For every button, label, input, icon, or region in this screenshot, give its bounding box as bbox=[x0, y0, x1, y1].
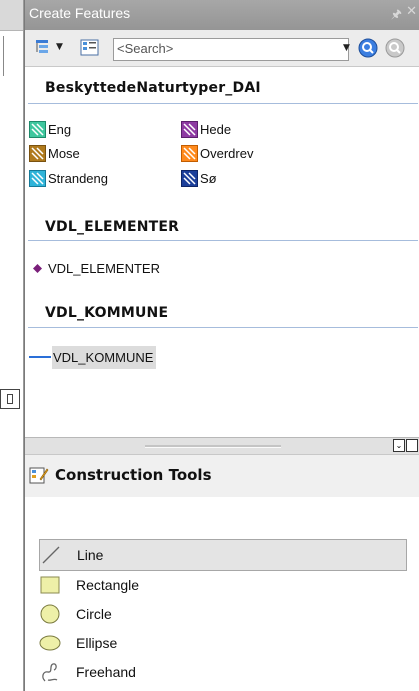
create-features-panel: Create Features 🖈 ✕ ▼ <Search> ▼ Beskytt… bbox=[24, 0, 419, 691]
template-label: Eng bbox=[48, 122, 72, 137]
ellipse-icon bbox=[39, 635, 61, 651]
search-icon[interactable] bbox=[358, 38, 378, 58]
template-label: VDL_ELEMENTER bbox=[48, 261, 160, 276]
rectangle-icon bbox=[40, 576, 60, 594]
template-so[interactable]: Sø bbox=[181, 169, 321, 188]
template-label: Sø bbox=[200, 171, 217, 186]
template-mose[interactable]: Mose bbox=[29, 144, 169, 163]
panel-titlebar[interactable]: Create Features 🖈 ✕ bbox=[25, 0, 419, 30]
polygon-symbol-icon bbox=[181, 170, 198, 187]
clear-search-icon[interactable] bbox=[385, 38, 405, 58]
expand-icon[interactable] bbox=[406, 439, 418, 452]
template-vdl-kommune[interactable]: VDL_KOMMUNE bbox=[29, 346, 179, 369]
collapse-icon[interactable]: ⌄ bbox=[393, 439, 405, 452]
template-label: Hede bbox=[200, 122, 232, 137]
line-icon bbox=[42, 546, 60, 564]
template-label: VDL_KOMMUNE bbox=[52, 346, 157, 369]
background-window-button[interactable] bbox=[0, 389, 20, 409]
tool-circle[interactable]: Circle bbox=[39, 599, 405, 629]
tool-rectangle[interactable]: Rectangle bbox=[39, 570, 405, 600]
group-divider bbox=[28, 327, 418, 328]
polygon-symbol-icon bbox=[181, 145, 198, 162]
group-header-beskyttede-naturtyper: BeskyttedeNaturtyper_DAI bbox=[45, 80, 261, 96]
view-templates-icon[interactable] bbox=[80, 38, 100, 58]
tool-label: Ellipse bbox=[76, 635, 118, 651]
line-symbol-icon bbox=[29, 356, 51, 358]
construction-tools-icon bbox=[29, 467, 49, 484]
pane-splitter[interactable]: ⌄ bbox=[25, 437, 419, 455]
tool-line[interactable]: Line bbox=[39, 539, 407, 571]
template-label: Strandeng bbox=[48, 171, 108, 186]
template-strandeng[interactable]: Strandeng bbox=[29, 169, 169, 188]
freehand-icon bbox=[42, 663, 58, 682]
template-hede[interactable]: Hede bbox=[181, 120, 321, 139]
background-window-edge bbox=[0, 0, 24, 691]
tool-ellipse[interactable]: Ellipse bbox=[39, 628, 405, 658]
point-symbol-icon bbox=[33, 264, 42, 273]
polygon-symbol-icon bbox=[29, 145, 46, 162]
search-dropdown-arrow-icon[interactable]: ▼ bbox=[343, 43, 350, 53]
splitter-grip[interactable] bbox=[145, 445, 281, 448]
construction-tools-list: Line Rectangle Circle Ellipse Freehand bbox=[25, 497, 419, 691]
organize-dropdown-arrow-icon[interactable]: ▼ bbox=[56, 42, 63, 52]
background-window-titlebar bbox=[0, 0, 23, 31]
construction-tools-header: Construction Tools bbox=[25, 455, 419, 497]
close-icon[interactable]: ✕ bbox=[406, 4, 417, 19]
panel-title: Create Features bbox=[29, 5, 131, 21]
tool-label: Line bbox=[77, 547, 104, 563]
tool-label: Rectangle bbox=[76, 577, 140, 593]
pin-icon[interactable]: 🖈 bbox=[391, 5, 402, 26]
circle-icon bbox=[40, 604, 60, 624]
template-label: Overdrev bbox=[200, 146, 254, 161]
group-header-vdl-elementer: VDL_ELEMENTER bbox=[45, 219, 180, 235]
template-vdl-elementer[interactable]: VDL_ELEMENTER bbox=[33, 259, 213, 278]
template-eng[interactable]: Eng bbox=[29, 120, 169, 139]
tool-label: Freehand bbox=[76, 664, 136, 680]
group-divider bbox=[28, 103, 418, 104]
organize-templates-icon[interactable] bbox=[35, 38, 55, 58]
polygon-symbol-icon bbox=[181, 121, 198, 138]
polygon-symbol-icon bbox=[29, 121, 46, 138]
tool-label: Circle bbox=[76, 606, 112, 622]
group-divider bbox=[28, 240, 418, 241]
template-label: Mose bbox=[48, 146, 80, 161]
construction-tools-title: Construction Tools bbox=[55, 466, 212, 484]
group-header-vdl-kommune: VDL_KOMMUNE bbox=[45, 305, 169, 321]
template-overdrev[interactable]: Overdrev bbox=[181, 144, 321, 163]
tool-freehand[interactable]: Freehand bbox=[39, 657, 405, 687]
polygon-symbol-icon bbox=[29, 170, 46, 187]
panel-toolbar: ▼ <Search> ▼ bbox=[25, 30, 419, 67]
search-input[interactable]: <Search> bbox=[113, 38, 349, 61]
background-window-detail bbox=[3, 36, 10, 76]
